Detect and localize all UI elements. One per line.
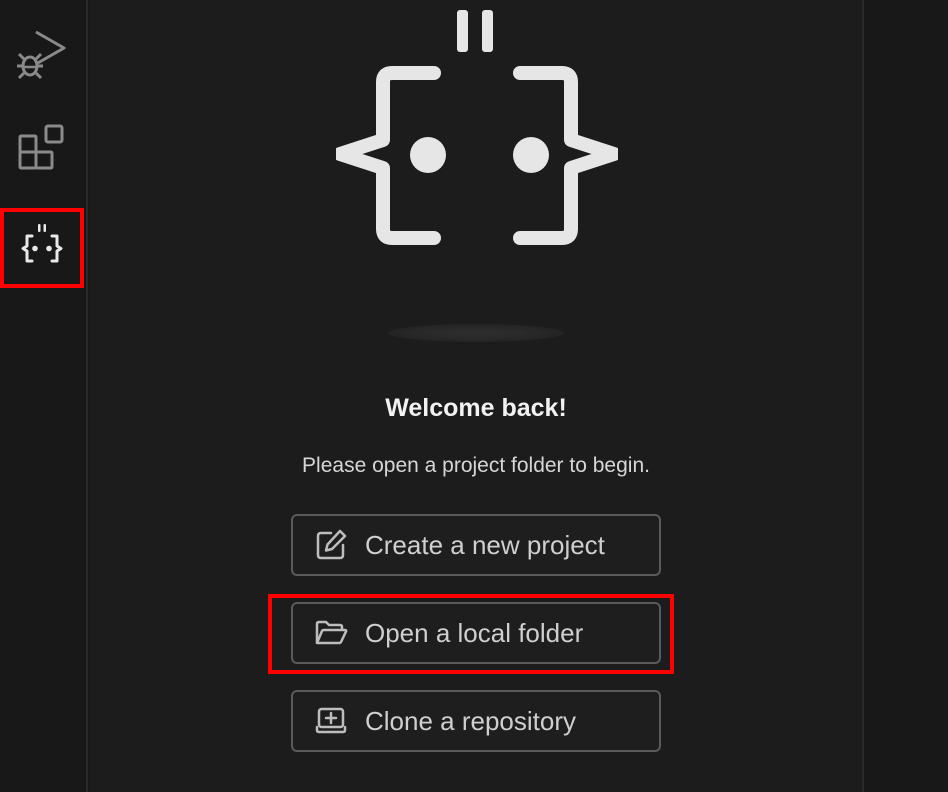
logo-shadow [388,324,564,342]
clone-repository-button[interactable]: Clone a repository [291,690,661,752]
create-project-label: Create a new project [365,529,605,560]
activity-bar [0,0,88,792]
create-project-button[interactable]: Create a new project [291,514,661,576]
run-debug-icon [17,30,66,80]
activity-run-and-debug[interactable] [0,14,84,94]
folder-open-icon [313,615,349,651]
welcome-panel: Welcome back! Please open a project fold… [90,0,862,792]
welcome-subtitle: Please open a project folder to begin. [302,454,650,477]
clone-repository-label: Clone a repository [365,705,576,736]
app-window: Welcome back! Please open a project fold… [0,0,948,792]
activity-extensions[interactable] [0,110,84,190]
extensions-icon [18,124,64,170]
repo-clone-icon [313,703,349,739]
edit-icon [313,527,349,563]
secondary-panel [862,0,948,792]
open-folder-button[interactable]: Open a local folder [291,602,661,664]
open-folder-label: Open a local folder [365,617,584,648]
activity-assistant[interactable] [0,208,84,288]
curly-face-icon [21,224,63,263]
welcome-title: Welcome back! [385,394,567,422]
curly-face-logo-icon [336,10,618,245]
